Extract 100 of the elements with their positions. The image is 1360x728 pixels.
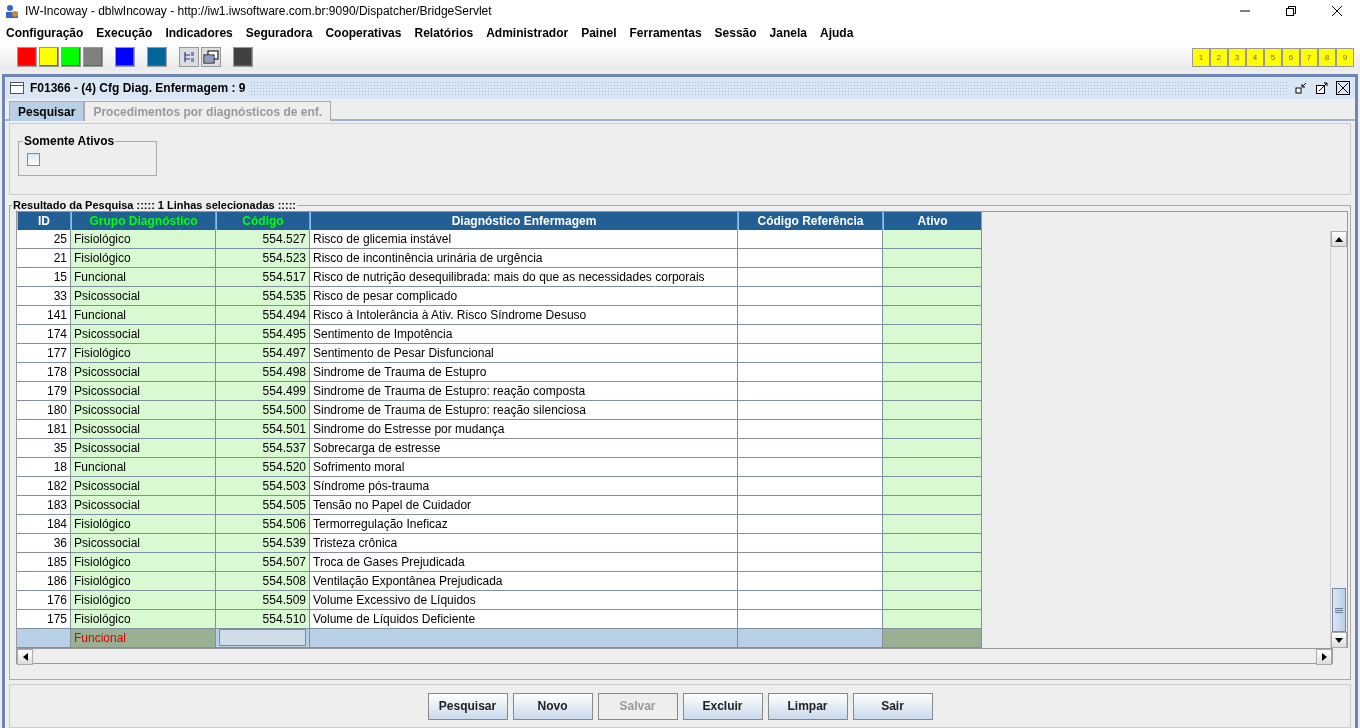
menu-item[interactable]: Execução xyxy=(96,26,153,40)
menu-item[interactable]: Sessão xyxy=(714,26,757,40)
menu-item[interactable]: Ajuda xyxy=(819,26,854,40)
action-button[interactable]: Sair xyxy=(852,692,933,720)
table-cell: 554.537 xyxy=(216,439,310,458)
table-cell: 554.507 xyxy=(216,553,310,572)
table-cell: 185 xyxy=(17,553,71,572)
menu-item[interactable]: Painel xyxy=(581,26,617,40)
table-cell: Risco de nutrição desequilibrada: mais do que as necessidades corporais xyxy=(310,268,738,287)
table-cell: Risco de incontinência urinária de urgência xyxy=(310,249,738,268)
color-swatch[interactable] xyxy=(83,47,103,67)
menu-item[interactable]: Seguradora xyxy=(245,26,313,40)
menu-item[interactable]: Ferramentas xyxy=(629,26,702,40)
table-cell: Funcional xyxy=(71,268,216,287)
window-number-button[interactable]: 2 xyxy=(1210,47,1228,67)
left-arrow-icon[interactable] xyxy=(22,653,28,661)
window-number-button[interactable]: 6 xyxy=(1282,47,1300,67)
table-cell: 174 xyxy=(17,325,71,344)
table-cell: 554.508 xyxy=(216,572,310,591)
action-button[interactable]: Limpar xyxy=(767,692,848,720)
color-swatch[interactable] xyxy=(61,47,81,67)
menu-item[interactable]: Indicadores xyxy=(165,26,233,40)
menu-item[interactable]: Configuração xyxy=(6,26,84,40)
horizontal-scrollbar[interactable] xyxy=(16,648,1333,664)
tab[interactable]: Pesquisar xyxy=(9,101,85,121)
table-cell: 554.495 xyxy=(216,325,310,344)
down-arrow-icon[interactable] xyxy=(1335,637,1343,643)
table-cell: Fisiológico xyxy=(71,344,216,363)
restore-icon[interactable] xyxy=(1285,5,1297,17)
table-cell: Termorregulação Ineficaz xyxy=(310,515,738,534)
table-cell: Psicossocial xyxy=(71,287,216,306)
table-cell: Funcional xyxy=(71,629,216,648)
color-swatch[interactable] xyxy=(115,47,135,67)
table-cell: Risco de glicemia instável xyxy=(310,230,738,249)
table-cell: 554.520 xyxy=(216,458,310,477)
right-arrow-icon[interactable] xyxy=(1321,653,1327,661)
table-cell: 18 xyxy=(17,458,71,477)
window-number-button[interactable]: 7 xyxy=(1300,47,1318,67)
column-header[interactable]: Grupo Diagnóstico xyxy=(71,212,216,230)
table-cell: 554.527 xyxy=(216,230,310,249)
menu-item[interactable]: Relatórios xyxy=(414,26,474,40)
table-cell: 554.503 xyxy=(216,477,310,496)
table-cell: 21 xyxy=(17,249,71,268)
table-cell: 554.517 xyxy=(216,268,310,287)
windows-icon[interactable] xyxy=(201,47,221,67)
up-arrow-icon[interactable] xyxy=(1335,236,1343,242)
table-cell: Sindrome de Trauma de Estupro xyxy=(310,363,738,382)
grip-icon[interactable] xyxy=(1335,607,1343,613)
menu-item[interactable]: Administrador xyxy=(486,26,569,40)
action-button[interactable]: Excluir xyxy=(682,692,763,720)
table-cell: 554.509 xyxy=(216,591,310,610)
column-header[interactable]: Código Referência xyxy=(738,212,883,230)
window-number-button[interactable]: 9 xyxy=(1336,47,1354,67)
column-header[interactable]: Diagnóstico Enfermagem xyxy=(310,212,738,230)
column-header[interactable]: Código xyxy=(216,212,310,230)
color-swatch[interactable] xyxy=(233,47,253,67)
table-cell: 15 xyxy=(17,268,71,287)
group-title: Somente Ativos xyxy=(23,134,116,148)
table-cell: Psicossocial xyxy=(71,382,216,401)
checkbox[interactable] xyxy=(27,153,40,166)
table-cell: Tensão no Papel de Cuidador xyxy=(310,496,738,515)
color-swatch[interactable] xyxy=(39,47,59,67)
app-icon xyxy=(4,3,20,19)
maximize-icon[interactable] xyxy=(1314,80,1330,96)
window-number-button[interactable]: 8 xyxy=(1318,47,1336,67)
table-cell: Psicossocial xyxy=(71,401,216,420)
table-cell: 554.539 xyxy=(216,534,310,553)
table-cell: Fisiológico xyxy=(71,515,216,534)
window-number-button[interactable]: 3 xyxy=(1228,47,1246,67)
table-cell: Risco de pesar complicado xyxy=(310,287,738,306)
menu-item[interactable]: Janela xyxy=(769,26,807,40)
menu-item[interactable]: Cooperativas xyxy=(325,26,402,40)
color-swatch[interactable] xyxy=(17,47,37,67)
table-cell: 176 xyxy=(17,591,71,610)
close-icon[interactable] xyxy=(1335,80,1351,96)
table-cell: 554.523 xyxy=(216,249,310,268)
window-number-button[interactable]: 5 xyxy=(1264,47,1282,67)
window-number-button[interactable]: 1 xyxy=(1192,47,1210,67)
color-swatch[interactable] xyxy=(147,47,167,67)
table-cell: Psicossocial xyxy=(71,534,216,553)
action-button[interactable]: Pesquisar xyxy=(427,692,508,720)
vertical-scrollbar[interactable] xyxy=(1330,231,1347,648)
table-cell: Psicossocial xyxy=(71,363,216,382)
table-cell: Volume de Líquidos Deficiente xyxy=(310,610,738,629)
table-cell: Volume Excessivo de Líquidos xyxy=(310,591,738,610)
column-header[interactable]: ID xyxy=(17,212,71,230)
column-header[interactable]: Ativo xyxy=(883,212,982,230)
window-number-button[interactable]: 4 xyxy=(1246,47,1264,67)
table-cell: 181 xyxy=(17,420,71,439)
minimize-icon[interactable] xyxy=(1293,80,1309,96)
window-title: IW-Incoway - dblwIncoway - http://iw1.iwsoftware.com.br:9090/Dispatcher/BridgeServlet xyxy=(25,4,492,18)
table-cell: 554.501 xyxy=(216,420,310,439)
table-cell: 554.506 xyxy=(216,515,310,534)
table-cell: Tristeza crônica xyxy=(310,534,738,553)
code-input[interactable] xyxy=(219,629,306,646)
close-icon[interactable] xyxy=(1331,5,1343,17)
table-cell: 175 xyxy=(17,610,71,629)
action-button[interactable]: Novo xyxy=(512,692,593,720)
table-cell: Psicossocial xyxy=(71,325,216,344)
table-cell: Síndrome pós-trauma xyxy=(310,477,738,496)
